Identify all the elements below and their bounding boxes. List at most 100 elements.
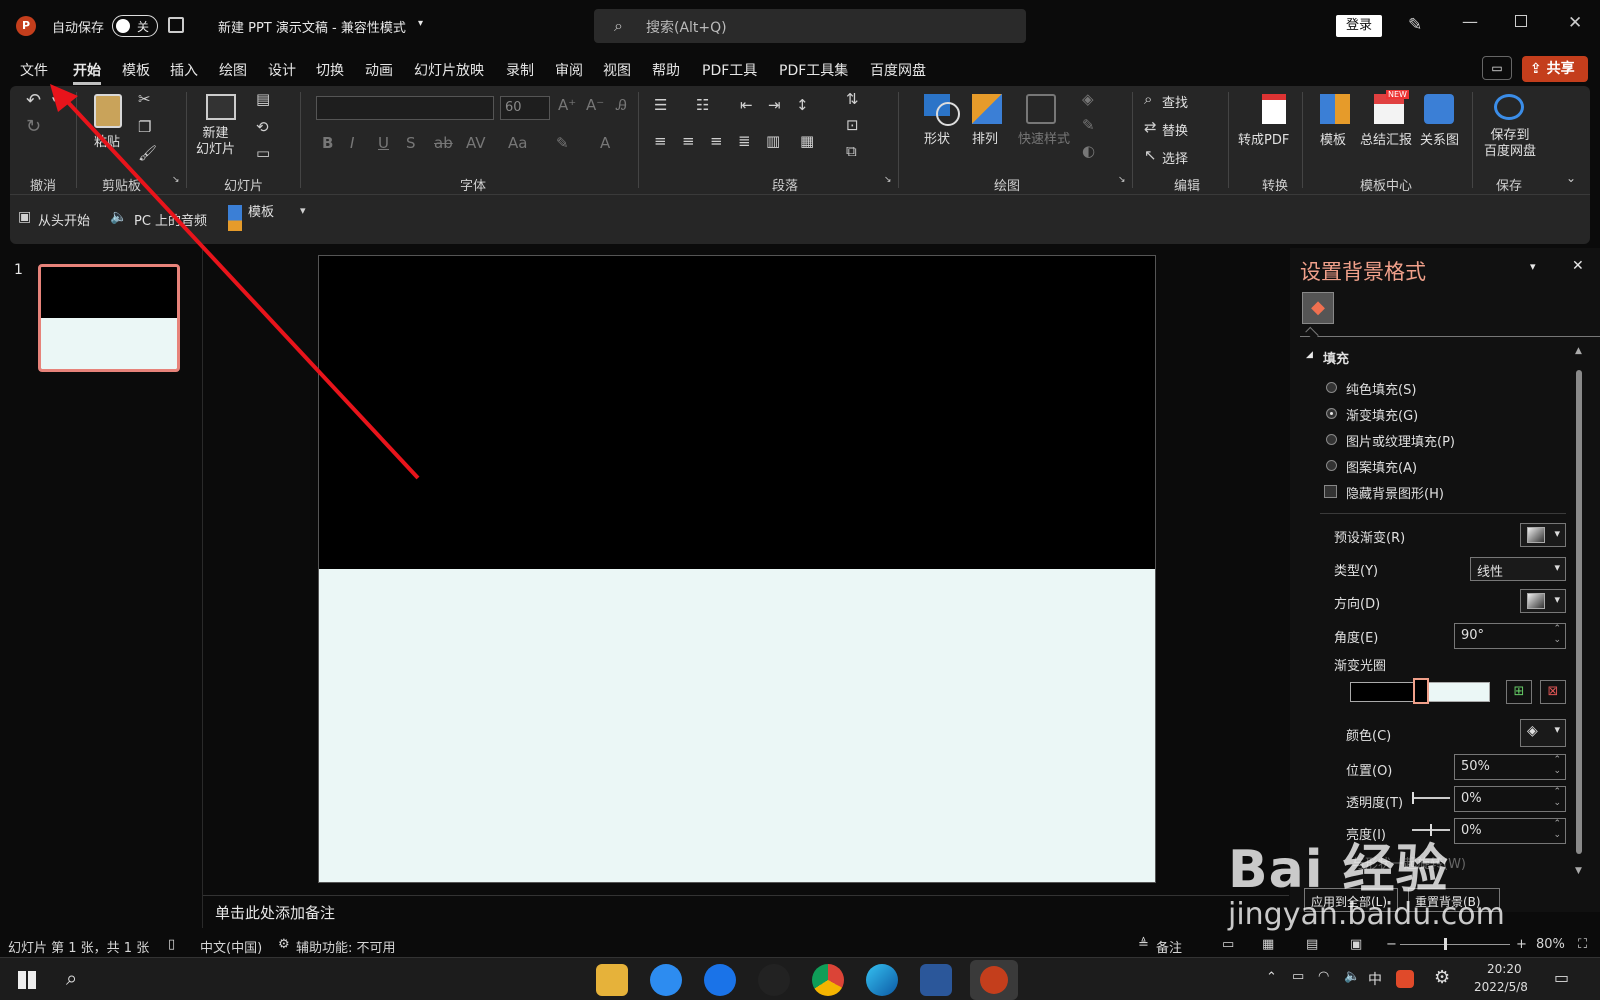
tab-file[interactable]: 文件 xyxy=(20,60,48,80)
select-label[interactable]: 选择 xyxy=(1162,148,1188,167)
paste-icon[interactable] xyxy=(94,94,122,128)
apply-all-button[interactable]: 应用到全部(L) xyxy=(1304,888,1398,912)
font-color-icon[interactable]: A xyxy=(600,136,610,151)
chrome-icon[interactable] xyxy=(812,964,844,996)
pc-audio-label[interactable]: PC 上的音频 xyxy=(134,210,207,229)
shape-fill-icon[interactable]: ◈ xyxy=(1082,92,1094,107)
tray-chevron-icon[interactable]: ⌃ xyxy=(1266,970,1277,985)
tab-pdf-tools[interactable]: PDF工具 xyxy=(702,60,757,80)
smartart-icon[interactable]: ⧉ xyxy=(846,144,857,159)
cloud-app-icon[interactable] xyxy=(704,964,736,996)
tab-review[interactable]: 审阅 xyxy=(555,60,583,80)
zoom-slider[interactable] xyxy=(1400,938,1510,950)
format-painter-icon[interactable]: 🖌 xyxy=(138,146,157,161)
align-center-icon[interactable]: ≡ xyxy=(682,134,695,149)
sorter-view-icon[interactable]: ▦ xyxy=(1262,937,1274,952)
autosave-toggle[interactable]: 关 xyxy=(112,15,158,37)
chevron-down-icon[interactable]: ▾ xyxy=(52,96,57,105)
panel-options-icon[interactable]: ▾ xyxy=(1530,260,1536,273)
gradient-fill-radio[interactable] xyxy=(1326,408,1337,419)
gradient-fill-label[interactable]: 渐变填充(G) xyxy=(1346,405,1418,424)
to-pdf-label[interactable]: 转成PDF xyxy=(1238,129,1289,148)
arrange-icon[interactable] xyxy=(972,94,1002,124)
direction-button[interactable] xyxy=(1520,589,1566,613)
reading-view-icon[interactable]: ▤ xyxy=(1306,937,1318,952)
underline-icon[interactable]: U xyxy=(378,136,389,151)
bullets-icon[interactable]: ☰ xyxy=(654,98,667,113)
align-left-icon[interactable]: ≡ xyxy=(654,134,667,149)
quick-styles-label[interactable]: 快速样式 xyxy=(1018,128,1070,147)
close-icon[interactable]: ✕ xyxy=(1572,258,1584,274)
cut-icon[interactable]: ✂ xyxy=(138,92,151,107)
picture-fill-label[interactable]: 图片或纹理填充(P) xyxy=(1346,431,1455,450)
color-picker-button[interactable]: ◈ xyxy=(1520,719,1566,747)
font-size-select[interactable]: 60 xyxy=(500,96,550,120)
edge-icon[interactable] xyxy=(866,964,898,996)
tab-animations[interactable]: 动画 xyxy=(365,60,393,80)
transparency-input[interactable]: 0% xyxy=(1454,786,1566,812)
angle-input[interactable]: 90° xyxy=(1454,623,1566,649)
slide-thumbnail[interactable] xyxy=(38,264,180,372)
fill-section-header[interactable]: 填充 xyxy=(1323,348,1349,367)
solid-fill-label[interactable]: 纯色填充(S) xyxy=(1346,379,1416,398)
template-icon[interactable] xyxy=(1320,94,1350,124)
dialog-launcher-icon[interactable]: ↘ xyxy=(172,176,180,185)
paste-label[interactable]: 粘贴 xyxy=(94,131,120,150)
change-case-icon[interactable]: Aa xyxy=(508,136,527,151)
tab-design[interactable]: 设计 xyxy=(268,60,296,80)
from-start-label[interactable]: 从头开始 xyxy=(38,210,90,229)
collapse-fill-icon[interactable]: ◢ xyxy=(1306,350,1313,360)
find-label[interactable]: 查找 xyxy=(1162,92,1188,111)
justify-icon[interactable]: ≣ xyxy=(738,134,751,149)
tab-slideshow[interactable]: 幻灯片放映 xyxy=(414,60,484,80)
new-slide-label[interactable]: 新建 幻灯片 xyxy=(196,126,235,158)
text-direction-icon[interactable]: ⇅ xyxy=(846,92,859,107)
tab-insert[interactable]: 插入 xyxy=(170,60,198,80)
pattern-fill-radio[interactable] xyxy=(1326,460,1337,471)
redo-icon[interactable]: ↻ xyxy=(26,118,41,136)
audio-icon[interactable]: 🔈 xyxy=(110,210,127,224)
save-baidu-label[interactable]: 保存到 百度网盘 xyxy=(1484,128,1536,160)
strikethrough-icon[interactable]: ab xyxy=(434,136,453,151)
notifications-icon[interactable]: ▭ xyxy=(1554,968,1569,987)
notes-button[interactable]: 备注 xyxy=(1156,937,1182,956)
close-icon[interactable]: ✕ xyxy=(1568,13,1582,33)
arrange-label[interactable]: 排列 xyxy=(972,128,998,147)
transparency-slider[interactable] xyxy=(1412,792,1450,804)
fit-slide-icon[interactable]: ⛶ xyxy=(1578,937,1587,952)
collapse-ribbon-icon[interactable]: ⌄ xyxy=(1566,172,1576,184)
from-start-icon[interactable]: ▣ xyxy=(18,210,31,224)
italic-icon[interactable]: I xyxy=(350,136,354,151)
tab-help[interactable]: 帮助 xyxy=(652,60,680,80)
pdf-icon[interactable] xyxy=(1262,94,1286,124)
search-box[interactable]: ⌕ 搜索(Alt+Q) xyxy=(594,9,1026,43)
login-button[interactable]: 登录 xyxy=(1336,15,1382,37)
ime-indicator[interactable]: 中 xyxy=(1368,969,1382,989)
align-text-icon[interactable]: ⊡ xyxy=(846,118,859,133)
customize-qat-icon[interactable]: ▾ xyxy=(300,205,306,216)
summary-label[interactable]: 总结汇报 xyxy=(1360,129,1412,148)
replace-icon[interactable]: ⇄ xyxy=(1144,120,1157,135)
slide-canvas[interactable] xyxy=(318,255,1156,883)
qq-icon[interactable] xyxy=(758,964,790,996)
relation-label[interactable]: 关系图 xyxy=(1420,129,1459,148)
relation-icon[interactable] xyxy=(1424,94,1454,124)
distribute-icon[interactable]: ▥ xyxy=(766,134,780,149)
search-icon[interactable]: ⌕ xyxy=(66,966,77,990)
shrink-font-icon[interactable]: A⁻ xyxy=(586,98,604,113)
find-icon[interactable]: ⌕ xyxy=(1144,92,1152,107)
template-icon[interactable] xyxy=(228,205,242,231)
remove-stop-button[interactable]: ⊠ xyxy=(1540,680,1566,704)
pen-icon[interactable]: ✎ xyxy=(1408,15,1422,35)
fill-category-icon[interactable]: ◆ xyxy=(1302,292,1334,324)
volume-icon[interactable]: 🔈 xyxy=(1344,969,1360,984)
save-icon[interactable] xyxy=(168,17,184,33)
browser-e-icon[interactable] xyxy=(650,964,682,996)
preset-gradient-button[interactable] xyxy=(1520,523,1566,547)
pattern-fill-label[interactable]: 图案填充(A) xyxy=(1346,457,1417,476)
word-icon[interactable] xyxy=(920,964,952,996)
tab-transitions[interactable]: 切换 xyxy=(316,60,344,80)
file-explorer-icon[interactable] xyxy=(596,964,628,996)
network-icon[interactable]: ▭ xyxy=(1292,969,1304,984)
add-stop-button[interactable]: ⊞ xyxy=(1506,680,1532,704)
